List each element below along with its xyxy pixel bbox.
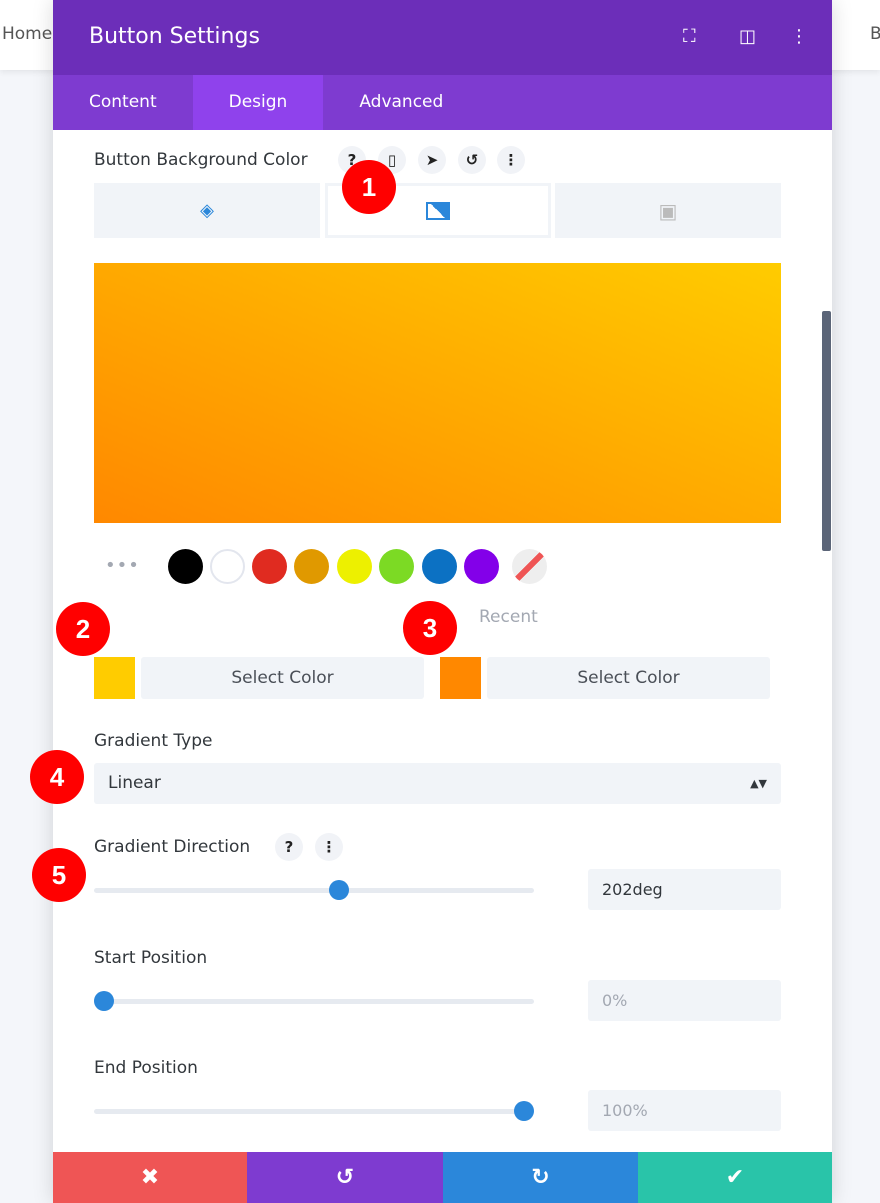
gradient-direction-slider[interactable] [94,880,534,900]
slider-handle[interactable] [94,991,114,1011]
split-view-icon[interactable]: ◫ [739,26,756,47]
swatch-green[interactable] [379,549,414,584]
image-icon: ▣ [658,198,678,223]
color-fill-tab[interactable]: ◈ [94,183,320,238]
swatch-yellow[interactable] [337,549,372,584]
nav-link[interactable]: B [870,24,880,44]
gradient-type-select[interactable]: Linear ▲▼ [94,763,781,804]
gradient-direction-label: Gradient Direction [94,837,251,857]
step-badge: 5 [32,848,86,902]
tab-design[interactable]: Design [192,75,324,130]
end-select-color-button[interactable]: Select Color [487,657,770,699]
more-icon[interactable]: ⋮ [315,833,343,861]
swatch-blue[interactable] [422,549,457,584]
bg-color-label: Button Background Color [94,150,308,170]
fullscreen-icon[interactable]: ⛶ [683,26,696,47]
gradient-icon [426,201,450,220]
start-position-slider[interactable] [94,991,534,1011]
slider-handle[interactable] [329,880,350,900]
cursor-icon[interactable]: ➤ [418,146,446,174]
swatch-transparent[interactable] [512,549,547,584]
panel-title: Button Settings [89,24,260,49]
more-icon[interactable]: ⋮ [790,26,808,47]
end-color-preview[interactable] [440,657,481,699]
nav-home-link[interactable]: Home [2,24,52,44]
button-settings-panel: Button Settings ⛶ ◫ ⋮ Content Design Adv… [53,0,832,1203]
gradient-direction-input[interactable]: 202deg [588,869,781,910]
start-select-color-button[interactable]: Select Color [141,657,424,699]
end-position-slider[interactable] [94,1101,534,1121]
tab-advanced[interactable]: Advanced [323,75,479,130]
gradient-type-label: Gradient Type [94,731,213,751]
more-icon[interactable]: ⋮ [497,146,525,174]
color-fill-icon: ◈ [200,200,214,221]
slider-handle[interactable] [514,1101,534,1121]
save-button[interactable]: ✔ [638,1152,832,1203]
swatch-black[interactable] [168,549,203,584]
swatch-orange[interactable] [294,549,329,584]
end-position-input[interactable]: 100% [588,1090,781,1131]
swatch-red[interactable] [252,549,287,584]
redo-button[interactable]: ↻ [443,1152,638,1203]
tab-bar: Content Design Advanced [53,75,832,130]
swatch-white[interactable] [210,549,245,584]
step-badge: 2 [56,602,110,656]
image-tab[interactable]: ▣ [555,183,781,238]
help-icon[interactable]: ? [275,833,303,861]
scrollbar[interactable] [822,311,831,551]
gradient-type-value: Linear [108,773,161,793]
tab-content[interactable]: Content [53,75,193,130]
step-badge: 1 [342,160,396,214]
more-swatches-icon[interactable]: ••• [105,555,140,576]
step-badge: 3 [403,601,457,655]
undo-button[interactable]: ↺ [247,1152,443,1203]
reset-icon[interactable]: ↺ [458,146,486,174]
start-position-label: Start Position [94,948,208,968]
step-badge: 4 [30,750,84,804]
select-arrows-icon: ▲▼ [750,777,767,790]
cancel-button[interactable]: ✖ [53,1152,247,1203]
start-color-preview[interactable] [94,657,135,699]
gradient-preview [94,263,781,523]
swatch-purple[interactable] [464,549,499,584]
recent-label[interactable]: Recent [479,607,538,627]
panel-header: Button Settings ⛶ ◫ ⋮ [53,0,832,75]
end-position-label: End Position [94,1058,198,1078]
start-position-input[interactable]: 0% [588,980,781,1021]
